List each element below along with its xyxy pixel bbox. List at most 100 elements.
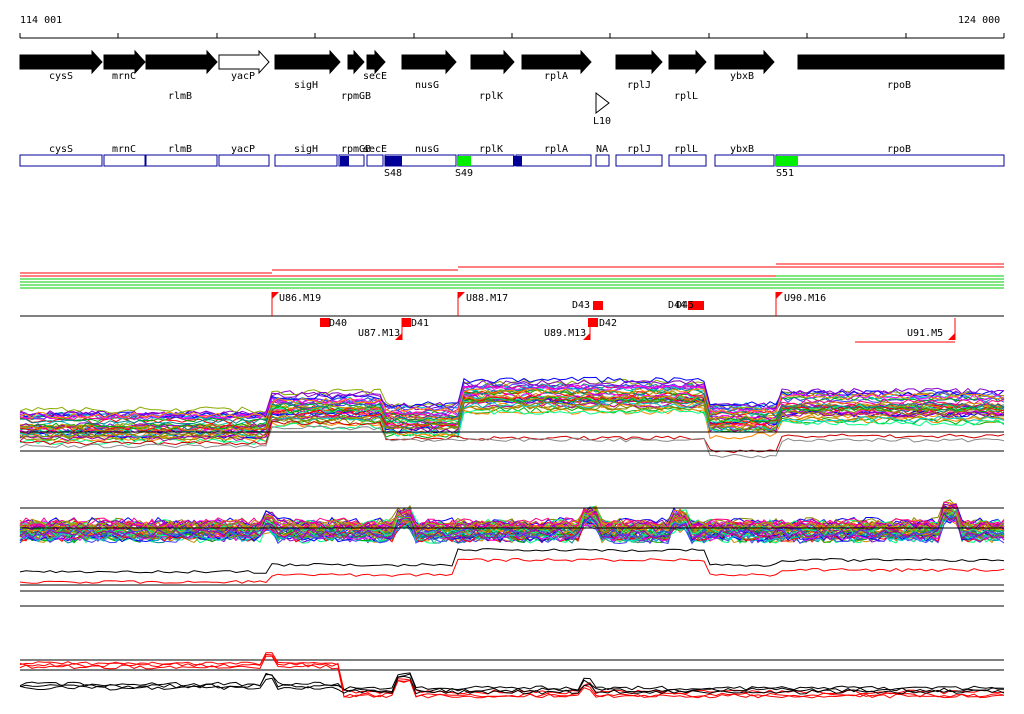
deletion-block: [694, 301, 704, 310]
upshift-marker: U90.M16: [775, 292, 826, 316]
gene-arrow-shape: [274, 49, 341, 75]
site-block-S51: [776, 156, 798, 166]
tiling-profile-panel-3: [19, 652, 1005, 699]
site-block-S48: [385, 156, 402, 166]
downshift-marker: U91.M5: [907, 318, 956, 340]
segment-track: cysS mrnC rlmB yacP sigH rpmGBsecE nusG rplK rpl…: [19, 144, 1005, 179]
gene-label: rplJ: [627, 80, 651, 91]
gene-arrow-rlmB: rlmB: [145, 49, 218, 102]
segment-label: cysS: [49, 144, 73, 155]
tiling-profile-panel-1: [19, 376, 1005, 459]
gene-label: rpmGB: [341, 91, 371, 102]
gene-arrow-L10: L10: [593, 91, 611, 127]
segment-label: sigH: [294, 144, 318, 155]
gene-arrow-yacP: yacP: [218, 49, 270, 82]
segment-secE: secE: [363, 144, 387, 167]
gene-label: sigH: [294, 80, 318, 91]
gene-arrow-shape: [347, 49, 365, 75]
segment-box: [274, 154, 338, 167]
segment-box: [19, 154, 103, 167]
segment-box: [775, 154, 1005, 167]
segment-cysS: cysS: [19, 144, 103, 167]
upshift-marker: U86.M19: [271, 292, 321, 316]
segment-label: ybxB: [730, 144, 754, 155]
gene-arrow-shape: [521, 49, 592, 75]
downshift-label: U87.M13: [358, 328, 400, 339]
segment-box: [366, 154, 384, 167]
upshift-flag: [272, 292, 279, 299]
segment-NA: NA: [595, 144, 610, 167]
gene-track: cysS mrnC rlmB yacP sigH rpmGB secE nusG rplK rpl…: [19, 49, 1005, 127]
gene-arrow-shape: [145, 49, 218, 75]
profile-line: [19, 672, 1004, 691]
deletion-label: D43: [572, 300, 590, 311]
deletion-marker: D45: [676, 300, 704, 311]
segment-ybxB: ybxB: [714, 144, 775, 167]
segment-box: [714, 154, 775, 167]
gene-arrow-shape: [595, 91, 610, 115]
deletion-block: [402, 318, 411, 327]
segment-rpoB: rpoB: [775, 144, 1005, 167]
genome-browser-canvas: 114 001 124 000 cysS mrnC rlmB yacP sigH rpmG…: [19, 15, 1005, 699]
downshift-marker: U89.M13: [544, 318, 591, 340]
gene-arrow-shape: [714, 49, 775, 75]
shift-marker-track: U86.M19 U88.M17 U90.M16 U87.M13 U89.M13 U91.M…: [271, 292, 956, 343]
gene-label: rplA: [544, 71, 568, 82]
gene-label: L10: [593, 116, 611, 127]
segment-rplA: rplA: [515, 144, 592, 167]
ruler-start-label: 114 001: [20, 15, 62, 26]
gene-arrow-shape: [366, 49, 386, 75]
segment-label: rplA: [544, 144, 568, 155]
segment-label: rplJ: [627, 144, 651, 155]
site-label: S51: [776, 168, 794, 179]
segment-box: [615, 154, 663, 167]
gene-arrow-shape: [668, 49, 707, 75]
deletion-label: D41: [411, 318, 429, 329]
binding-site-block: [513, 156, 522, 166]
gene-label: rlmB: [168, 91, 192, 102]
site-label: S48: [384, 168, 402, 179]
profile-line: [19, 557, 1005, 584]
upshift-label: U90.M16: [784, 293, 826, 304]
gene-arrow-rpoB: rpoB: [797, 54, 1005, 91]
upshift-flag: [458, 292, 465, 299]
gene-arrow-shape: [797, 54, 1005, 70]
upshift-marker: U88.M17: [457, 292, 508, 316]
segment-box: [668, 154, 707, 167]
gene-label: nusG: [415, 80, 439, 91]
segment-rplL: rplL: [668, 144, 707, 167]
deletion-marker: D43: [572, 300, 603, 311]
deletion-marker: D42: [588, 318, 617, 329]
downshift-marker: U87.M13: [358, 318, 403, 340]
tiling-profile-panel-2: [19, 499, 1005, 607]
coordinate-ruler: 114 001 124 000: [19, 15, 1005, 39]
segment-label: secE: [363, 144, 387, 155]
gene-label: mrnC: [112, 71, 136, 82]
gene-arrow-shape: [470, 49, 515, 75]
gene-arrow-shape: [19, 49, 103, 75]
deletion-block: [593, 301, 603, 310]
segment-box: [145, 154, 218, 167]
gene-arrow-shape: [218, 49, 270, 75]
gene-label: cysS: [49, 71, 73, 82]
deletion-label: D42: [599, 318, 617, 329]
gene-label: rplL: [674, 91, 698, 102]
downshift-label: U91.M5: [907, 328, 943, 339]
segment-label: yacP: [231, 144, 255, 155]
gene-label: secE: [363, 71, 387, 82]
segment-label: mrnC: [112, 144, 136, 155]
gene-arrow-shape: [103, 49, 146, 75]
segment-box: [218, 154, 270, 167]
gene-arrow-rplL: rplL: [668, 49, 707, 102]
downshift-flag: [948, 333, 955, 340]
deletion-label: D40: [329, 318, 347, 329]
downshift-label: U89.M13: [544, 328, 586, 339]
deletion-block: [588, 318, 598, 327]
gene-arrow-cysS: cysS: [19, 49, 103, 82]
gene-label: rplK: [479, 91, 503, 102]
gene-arrow-rplA: rplA: [521, 49, 592, 82]
segment-rlmB: rlmB: [145, 144, 218, 167]
gene-arrow-shape: [401, 49, 457, 75]
binding-site-block: [340, 156, 349, 166]
segment-label: rplL: [674, 144, 698, 155]
